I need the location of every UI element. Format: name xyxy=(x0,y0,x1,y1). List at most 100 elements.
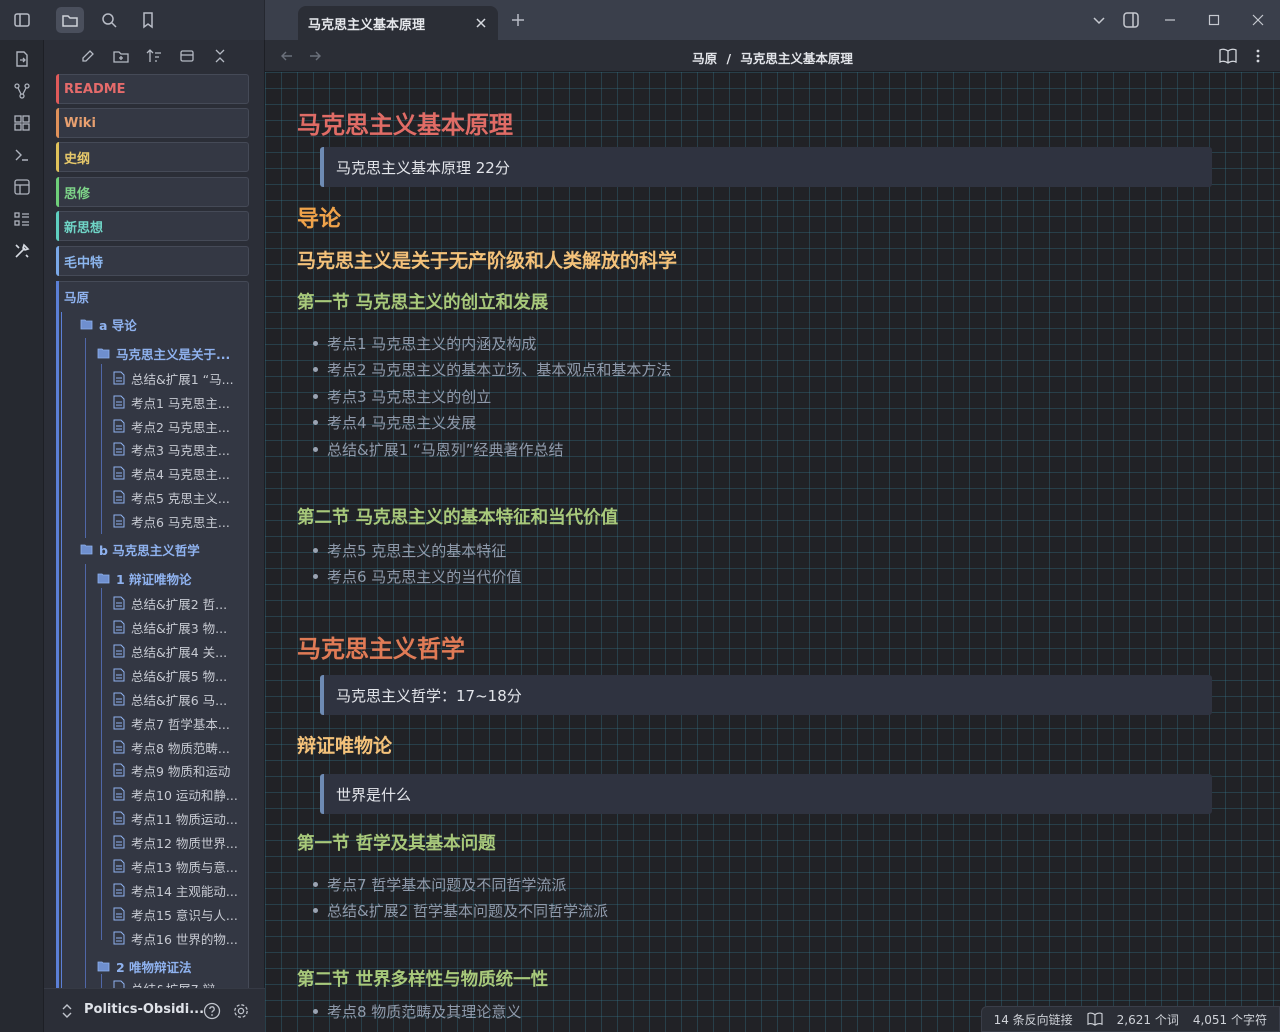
char-count: 4,051 个字符 xyxy=(1192,1012,1267,1027)
internal-link[interactable]: 考点3 马克思主义的创立 xyxy=(327,386,491,407)
internal-link[interactable]: 考点6 马克思主义的当代价值 xyxy=(327,566,521,587)
tree-file[interactable]: 考点15 意识与人... xyxy=(111,903,246,925)
tree-file[interactable]: 考点13 物质与意... xyxy=(111,855,246,877)
tree-file[interactable]: 考点4 马克思主... xyxy=(111,462,246,484)
tree-folder[interactable]: b 马克思主义哲学 xyxy=(79,538,200,560)
files-view-button[interactable] xyxy=(56,7,84,33)
vault-switch-button[interactable] xyxy=(60,1003,74,1019)
list-item[interactable]: 总结&扩展1 “马恩列”经典著作总结 xyxy=(313,439,564,460)
list-item[interactable]: 考点4 马克思主义发展 xyxy=(313,412,476,433)
toggle-sidebar-button[interactable] xyxy=(8,7,36,33)
reading-view-button[interactable] xyxy=(1219,47,1237,65)
folder-readme[interactable]: README xyxy=(56,74,249,104)
vault-name[interactable]: Politics-Obsidi... xyxy=(84,1002,204,1017)
ribbon-templates[interactable] xyxy=(8,173,36,201)
internal-link[interactable]: 考点8 物质范畴及其理论意义 xyxy=(327,1001,521,1022)
folder-mayuan-title[interactable]: 马原 xyxy=(64,285,89,307)
new-note-button[interactable] xyxy=(77,45,99,67)
collapse-all-button[interactable] xyxy=(209,45,231,67)
internal-link[interactable]: 总结&扩展1 “马恩列”经典著作总结 xyxy=(327,439,564,460)
internal-link[interactable]: 考点2 马克思主义的基本立场、基本观点和基本方法 xyxy=(327,359,671,380)
reveal-icon xyxy=(180,50,194,62)
chevron-updown-icon xyxy=(62,1004,72,1018)
ribbon-canvas[interactable] xyxy=(8,109,36,137)
tree-file[interactable]: 考点14 主观能动... xyxy=(111,879,246,901)
tree-file[interactable]: 考点9 物质和运动 xyxy=(111,759,246,781)
close-icon xyxy=(476,18,486,28)
tree-file[interactable]: 总结&扩展4 关... xyxy=(111,640,246,662)
list-item[interactable]: 考点6 马克思主义的当代价值 xyxy=(313,566,521,587)
internal-link[interactable]: 考点7 哲学基本问题及不同哲学流派 xyxy=(327,874,566,895)
tree-file[interactable]: 考点16 世界的物... xyxy=(111,927,246,949)
tree-file[interactable]: 总结&扩展3 物... xyxy=(111,616,246,638)
internal-link[interactable]: 考点5 克思主义的基本特征 xyxy=(327,540,506,561)
backlinks-count[interactable]: 14 条反向链接 xyxy=(994,1011,1073,1028)
tree-file[interactable]: 考点12 物质世界... xyxy=(111,831,246,853)
ribbon-open-switcher[interactable] xyxy=(8,45,36,73)
maximize-button[interactable] xyxy=(1200,8,1228,32)
tree-label: 马克思主义是关于... xyxy=(116,346,231,362)
more-options-button[interactable] xyxy=(1249,47,1267,65)
list-item[interactable]: 考点7 哲学基本问题及不同哲学流派 xyxy=(313,874,566,895)
tab-list-button[interactable] xyxy=(1085,8,1113,32)
search-view-button[interactable] xyxy=(95,7,123,33)
file-icon xyxy=(111,930,127,946)
tree-folder[interactable]: a 导论 xyxy=(79,313,137,335)
tree-file[interactable]: 总结&扩展2 哲... xyxy=(111,592,246,614)
list-item[interactable]: 考点8 物质范畴及其理论意义 xyxy=(313,1001,521,1022)
list-item[interactable]: 考点2 马克思主义的基本立场、基本观点和基本方法 xyxy=(313,359,671,380)
bookmarks-view-button[interactable] xyxy=(134,7,162,33)
breadcrumb-folder[interactable]: 马原 xyxy=(692,51,717,66)
folder-xinsixiang[interactable]: 新思想 xyxy=(56,211,249,241)
ribbon-outline[interactable] xyxy=(8,205,36,233)
list-item[interactable]: 总结&扩展2 哲学基本问题及不同哲学流派 xyxy=(313,900,608,921)
settings-button[interactable] xyxy=(231,1001,251,1021)
tree-file[interactable]: 考点2 马克思主... xyxy=(111,415,246,437)
tree-file[interactable]: 考点7 哲学基本... xyxy=(111,712,246,734)
heading-1: 马克思主义基本原理 xyxy=(297,111,513,139)
tree-file[interactable]: 总结&扩展1 “马... xyxy=(111,367,246,389)
toggle-right-sidebar-button[interactable] xyxy=(1117,8,1145,32)
new-folder-button[interactable] xyxy=(110,45,132,67)
folder-shigang[interactable]: 史纲 xyxy=(56,142,249,172)
tree-folder[interactable]: 1 辩证唯物论 xyxy=(96,567,192,589)
tree-file[interactable]: 总结&扩展5 物... xyxy=(111,664,246,686)
folder-maozhongte[interactable]: 毛中特 xyxy=(56,246,249,276)
internal-link[interactable]: 总结&扩展2 哲学基本问题及不同哲学流派 xyxy=(327,900,608,921)
note-content[interactable]: 马克思主义基本原理 马克思主义基本原理 22分 导论 马克思主义是关于无产阶级和… xyxy=(265,72,1280,1032)
tree-file[interactable]: 总结&扩展6 马... xyxy=(111,688,246,710)
file-icon xyxy=(111,786,127,802)
tree-file[interactable]: 考点1 马克思主... xyxy=(111,391,246,413)
tree-file[interactable]: 考点10 运动和静... xyxy=(111,783,246,805)
file-icon xyxy=(111,513,127,529)
tree-file[interactable]: 考点11 物质运动... xyxy=(111,807,246,829)
auto-reveal-button[interactable] xyxy=(176,45,198,67)
ribbon-graph-view[interactable] xyxy=(8,77,36,105)
book-open-icon[interactable] xyxy=(1087,1012,1103,1026)
folder-sixiu[interactable]: 思修 xyxy=(56,177,249,207)
ribbon xyxy=(0,40,44,1032)
tree-file[interactable]: 考点3 马克思主... xyxy=(111,438,246,460)
list-item[interactable]: 考点1 马克思主义的内涵及构成 xyxy=(313,333,536,354)
internal-link[interactable]: 考点4 马克思主义发展 xyxy=(327,412,476,433)
internal-link[interactable]: 考点1 马克思主义的内涵及构成 xyxy=(327,333,536,354)
tree-folder[interactable]: 马克思主义是关于... xyxy=(96,342,246,364)
tab-active[interactable]: 马克思主义基本原理 xyxy=(298,6,498,40)
new-tab-button[interactable] xyxy=(508,10,528,30)
list-item[interactable]: 考点3 马克思主义的创立 xyxy=(313,386,491,407)
list-item[interactable]: 考点5 克思主义的基本特征 xyxy=(313,540,506,561)
tab-close-button[interactable] xyxy=(472,14,490,32)
sort-button[interactable] xyxy=(143,45,165,67)
close-window-button[interactable] xyxy=(1244,8,1272,32)
ribbon-style-settings[interactable] xyxy=(8,237,36,265)
help-button[interactable] xyxy=(202,1001,222,1021)
folder-wiki[interactable]: Wiki xyxy=(56,108,249,138)
minimize-button[interactable] xyxy=(1156,8,1184,32)
tree-file[interactable]: 考点6 马克思主... xyxy=(111,510,246,532)
view-header: 马原 / 马克思主义基本原理 xyxy=(265,40,1280,72)
tree-folder[interactable]: 2 唯物辩证法 xyxy=(96,955,192,977)
tree-file[interactable]: 考点5 克思主义... xyxy=(111,486,246,508)
breadcrumb-file[interactable]: 马克思主义基本原理 xyxy=(740,51,853,66)
tree-file[interactable]: 考点8 物质范畴... xyxy=(111,736,246,758)
ribbon-command-palette[interactable] xyxy=(8,141,36,169)
